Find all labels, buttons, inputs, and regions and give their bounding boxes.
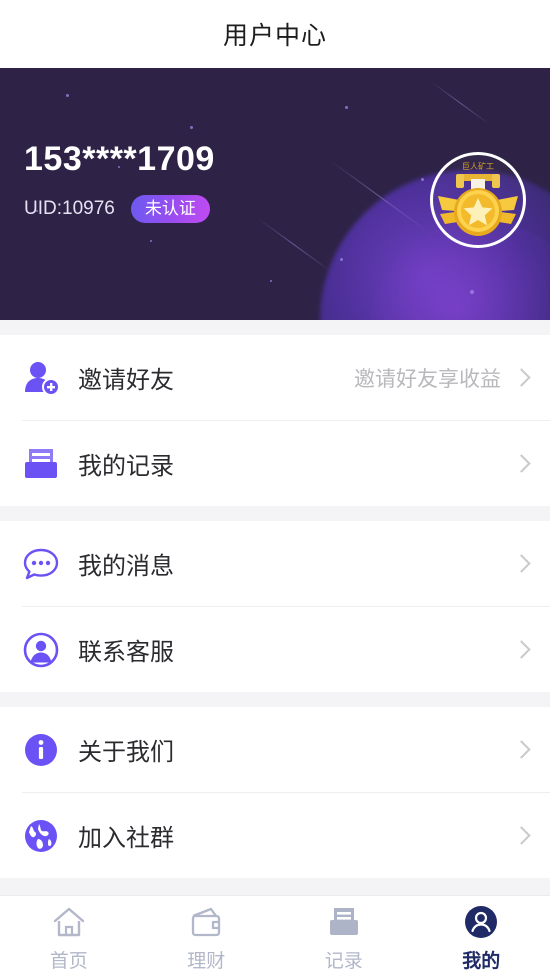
section-gap	[0, 692, 550, 707]
menu-group-support: 我的消息 联系客服	[0, 521, 550, 692]
masked-phone-number: 153****1709	[24, 140, 215, 178]
menu-item-join-community[interactable]: 加入社群	[0, 793, 550, 878]
info-icon	[22, 731, 60, 769]
menu-item-label: 关于我们	[78, 739, 174, 766]
chat-bubble-icon	[22, 545, 60, 583]
support-avatar-icon	[22, 631, 60, 669]
tab-mine[interactable]: 我的	[413, 903, 550, 973]
menu-item-label: 我的消息	[78, 553, 174, 580]
menu-item-label: 邀请好友	[78, 367, 174, 394]
user-center-screen: 用户中心 153****1709 UID:10976 未认证 巨人矿工 邀请好友…	[0, 0, 550, 979]
home-icon	[52, 903, 86, 939]
menu-group-info: 关于我们 加入社群	[0, 707, 550, 878]
chevron-right-icon	[512, 454, 531, 473]
tab-home[interactable]: 首页	[0, 903, 138, 973]
tab-label: 首页	[49, 950, 88, 972]
menu-item-my-messages[interactable]: 我的消息	[0, 521, 550, 606]
menu-item-label: 我的记录	[78, 453, 174, 480]
menu-group-account: 邀请好友 邀请好友享收益 我的记录	[0, 335, 550, 506]
page-header: 用户中心	[0, 0, 550, 68]
section-gap	[0, 506, 550, 521]
bottom-tab-bar: 首页 理财 记录 我的	[0, 895, 550, 979]
star-dot	[270, 280, 272, 282]
star-dot	[470, 290, 474, 294]
tab-label: 理财	[187, 950, 226, 972]
chevron-right-icon	[512, 554, 531, 573]
profile-hero: 153****1709 UID:10976 未认证 巨人矿工	[0, 68, 550, 320]
page-title: 用户中心	[222, 22, 327, 50]
records-icon	[327, 903, 361, 939]
globe-icon	[22, 817, 60, 855]
menu-item-label: 加入社群	[78, 825, 174, 852]
wallet-icon	[189, 903, 223, 939]
section-gap	[0, 320, 550, 335]
tab-label: 我的	[462, 950, 501, 972]
tab-finance[interactable]: 理财	[138, 903, 276, 973]
user-uid: UID:10976	[24, 198, 115, 219]
menu-item-hint: 邀请好友享收益	[354, 367, 501, 391]
records-tray-icon	[22, 445, 60, 483]
tab-label: 记录	[324, 950, 363, 972]
chevron-right-icon	[512, 640, 531, 659]
verification-status-badge[interactable]: 未认证	[130, 195, 210, 223]
menu-item-about-us[interactable]: 关于我们	[0, 707, 550, 792]
menu-item-contact-support[interactable]: 联系客服	[0, 607, 550, 692]
chevron-right-icon	[512, 368, 531, 387]
chevron-right-icon	[512, 740, 531, 759]
tab-records[interactable]: 记录	[275, 903, 413, 973]
menu-item-my-records[interactable]: 我的记录	[0, 421, 550, 506]
person-icon	[464, 903, 498, 939]
menu-item-label: 联系客服	[78, 639, 174, 666]
svg-text:巨人矿工: 巨人矿工	[462, 161, 494, 171]
medal-icon: 巨人矿工	[438, 161, 518, 236]
menu-item-invite-friends[interactable]: 邀请好友 邀请好友享收益	[0, 335, 550, 420]
chevron-right-icon	[512, 826, 531, 845]
user-plus-icon	[22, 359, 60, 397]
star-dot	[340, 258, 343, 261]
rank-medal[interactable]: 巨人矿工	[430, 152, 526, 248]
